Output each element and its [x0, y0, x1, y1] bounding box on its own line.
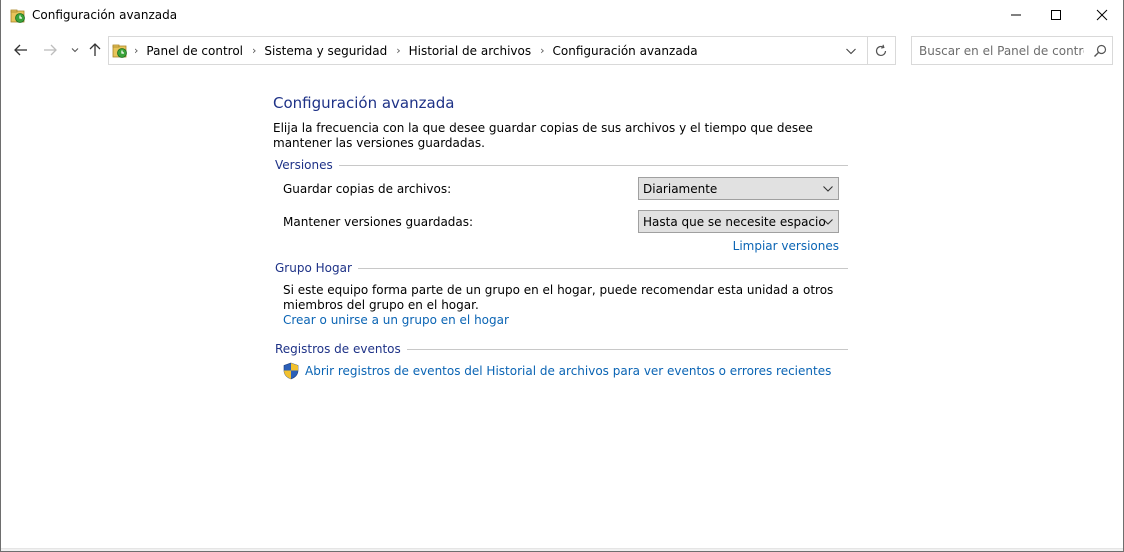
breadcrumb-separator[interactable]: ›: [134, 44, 138, 57]
chevron-down-icon: [823, 186, 833, 192]
window-bottom-edge: [1, 548, 1123, 551]
save-copies-label: Guardar copias de archivos:: [283, 182, 452, 196]
breadcrumb-separator[interactable]: ›: [396, 44, 400, 57]
chevron-down-icon: [846, 48, 856, 55]
section-events-header: Registros de eventos: [275, 342, 407, 356]
keep-versions-select[interactable]: Hasta que se necesite espacio: [638, 210, 839, 233]
save-copies-value: Diariamente: [643, 182, 718, 196]
maximize-button[interactable]: [1033, 0, 1079, 30]
refresh-button[interactable]: [872, 42, 890, 60]
file-history-icon: [10, 9, 25, 23]
section-versions-header: Versiones: [275, 158, 339, 172]
section-divider: [275, 268, 848, 269]
refresh-icon: [875, 44, 887, 57]
keep-versions-label: Mantener versiones guardadas:: [283, 215, 474, 229]
breadcrumb-panel-de-control[interactable]: Panel de control: [146, 44, 243, 58]
breadcrumb-separator[interactable]: ›: [540, 44, 544, 57]
close-icon: [1096, 9, 1108, 21]
window-title: Configuración avanzada: [32, 8, 178, 22]
chevron-down-icon: [71, 48, 79, 53]
section-versions: Versiones: [273, 158, 848, 174]
breadcrumb: › Panel de control › Sistema y seguridad…: [131, 37, 698, 64]
section-homegroup-header: Grupo Hogar: [275, 261, 358, 275]
uac-shield-icon: [283, 362, 299, 380]
arrow-up-icon: [89, 43, 101, 56]
page-title: Configuración avanzada: [273, 94, 455, 112]
keep-versions-value: Hasta que se necesite espacio: [643, 215, 826, 229]
forward-button[interactable]: [41, 41, 59, 59]
breadcrumb-configuracion-avanzada[interactable]: Configuración avanzada: [553, 44, 698, 58]
section-homegroup: Grupo Hogar: [273, 261, 848, 277]
clean-versions-link[interactable]: Limpiar versiones: [733, 239, 839, 253]
address-history-dropdown[interactable]: [843, 44, 859, 58]
homegroup-description: Si este equipo forma parte de un grupo e…: [283, 283, 834, 312]
close-button[interactable]: [1079, 0, 1124, 30]
arrow-left-icon: [14, 44, 27, 56]
save-copies-select[interactable]: Diariamente: [638, 177, 839, 200]
section-events: Registros de eventos: [273, 342, 848, 358]
address-bar[interactable]: › Panel de control › Sistema y seguridad…: [108, 36, 896, 65]
maximize-icon: [1051, 10, 1061, 20]
search-icon[interactable]: [1092, 43, 1108, 59]
search-input[interactable]: [919, 42, 1084, 59]
title-bar: Configuración avanzada: [1, 0, 1123, 31]
section-divider: [275, 165, 848, 166]
page-intro: Elija la frecuencia con la que desee gua…: [273, 121, 813, 150]
chevron-down-icon: [823, 219, 833, 225]
arrow-right-icon: [44, 44, 57, 56]
file-history-icon: [112, 44, 127, 58]
homegroup-link[interactable]: Crear o unirse a un grupo en el hogar: [283, 313, 509, 327]
address-divider: [867, 37, 868, 64]
back-button[interactable]: [12, 41, 30, 59]
control-panel-window: Configuración avanzada › Panel de contro…: [0, 0, 1124, 552]
up-button[interactable]: [86, 41, 104, 59]
minimize-icon: [1011, 14, 1021, 16]
recent-locations-button[interactable]: [66, 41, 84, 59]
breadcrumb-sistema-y-seguridad[interactable]: Sistema y seguridad: [264, 44, 387, 58]
breadcrumb-separator[interactable]: ›: [252, 44, 256, 57]
search-box[interactable]: [911, 36, 1113, 65]
breadcrumb-historial-de-archivos[interactable]: Historial de archivos: [409, 44, 532, 58]
event-logs-link[interactable]: Abrir registros de eventos del Historial…: [305, 364, 831, 378]
